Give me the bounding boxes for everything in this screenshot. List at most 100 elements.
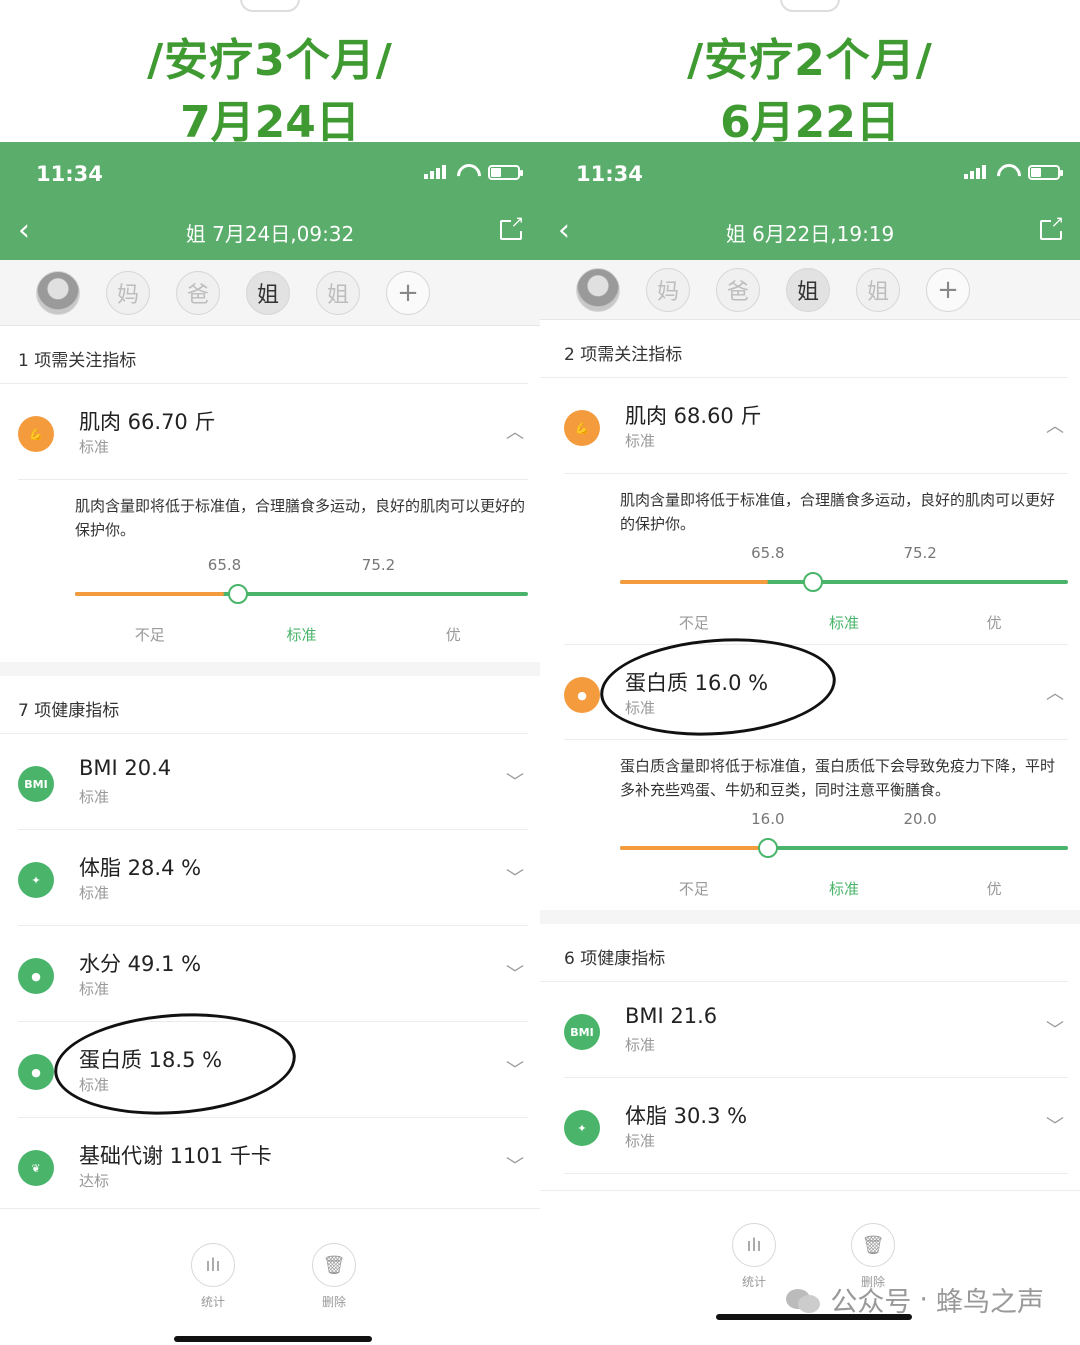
label-standard: 标准 bbox=[828, 880, 860, 898]
value-knob bbox=[802, 572, 823, 592]
chevron-up-icon[interactable]: ︿ bbox=[1046, 679, 1064, 705]
chevron-down-icon[interactable]: ﹀ bbox=[506, 1152, 524, 1178]
metric-bmi[interactable]: BMI BMI 20.4 标准 ﹀ bbox=[18, 734, 528, 830]
metric-status: 标准 bbox=[79, 788, 110, 806]
bmi-icon: BMI bbox=[18, 766, 54, 802]
share-icon[interactable] bbox=[500, 212, 524, 240]
metric-name: 体脂 30.3 % bbox=[625, 1104, 748, 1128]
member-mom[interactable]: 妈 bbox=[106, 270, 150, 315]
metric-body-fat[interactable]: ✦ 体脂 28.4 % 标准 ﹀ bbox=[18, 830, 528, 926]
metric-protein[interactable]: ● 蛋白质 18.5 % 标准 ﹀ bbox=[18, 1005, 528, 1123]
metric-description: 肌肉含量即将低于标准值，合理膳食多运动，良好的肌肉可以更好的保护你。 bbox=[620, 491, 1056, 533]
health-section: 6 项健康指标 BMI BMI 21.6 标准 ﹀ ✦ 体脂 30.3 % 标准… bbox=[540, 924, 1080, 1174]
status-icons bbox=[964, 164, 1063, 180]
metric-status: 标准 bbox=[79, 438, 110, 456]
body-fat-icon: ✦ bbox=[18, 862, 54, 898]
metric-description: 肌肉含量即将低于标准值，合理膳食多运动，良好的肌肉可以更好的保护你。 bbox=[75, 497, 526, 539]
metric-muscle[interactable]: 💪 肌肉 68.60 斤 标准 ︿ bbox=[564, 378, 1068, 474]
delete-label: 删除 bbox=[321, 1295, 346, 1309]
caption: /安疗3个月/ 7月24日 bbox=[0, 0, 540, 154]
metric-muscle[interactable]: 💪 肌肉 66.70 斤 标准 ︿ bbox=[18, 384, 528, 480]
right-screenshot: /安疗2个月/ 6月22日 11:34 ‹ 姐 6月22日,19:19 妈 爸 … bbox=[540, 0, 1080, 1345]
tick-low: 16.0 bbox=[751, 810, 785, 828]
chevron-down-icon[interactable]: ﹀ bbox=[506, 768, 524, 794]
section-header: 1 项需关注指标 bbox=[0, 326, 528, 384]
member-sister[interactable]: 姐 bbox=[316, 270, 360, 315]
metric-bmr[interactable]: ❦ 基础代谢 1101 千卡 达标 ﹀ bbox=[18, 1118, 528, 1214]
metric-body-fat[interactable]: ✦ 体脂 30.3 % 标准 ﹀ bbox=[564, 1078, 1068, 1174]
metric-status: 标准 bbox=[79, 980, 110, 998]
protein-icon: ● bbox=[564, 677, 600, 713]
metric-protein[interactable]: ● 蛋白质 16.0 % 标准 ︿ bbox=[564, 630, 1068, 744]
metric-status: 标准 bbox=[625, 1132, 656, 1150]
section-header: 6 项健康指标 bbox=[540, 924, 1068, 982]
delete-button[interactable]: 🗑 删除 bbox=[311, 1243, 357, 1310]
metric-detail: 蛋白质含量即将低于标准值，蛋白质低下会导致免疫力下降，平时多补充些鸡蛋、牛奶和豆… bbox=[540, 740, 1080, 910]
member-mom[interactable]: 妈 bbox=[646, 267, 690, 312]
tick-high: 20.0 bbox=[903, 810, 937, 828]
watermark: 公众号 · 蜂鸟之声 bbox=[786, 1280, 1044, 1319]
member-sister-active[interactable]: 姐 bbox=[786, 267, 830, 312]
metric-status: 标准 bbox=[625, 699, 656, 717]
member-sister-active[interactable]: 姐 bbox=[246, 270, 290, 315]
stats-label: 统计 bbox=[200, 1295, 225, 1309]
range-bar: 16.0 20.0 不足 标准 优 bbox=[620, 802, 1068, 910]
label-excellent: 优 bbox=[445, 626, 461, 644]
avatar-photo[interactable] bbox=[36, 270, 80, 315]
attention-section: 2 项需关注指标 💪 肌肉 68.60 斤 标准 ︿ 肌肉含量即将低于标准值，合… bbox=[540, 320, 1080, 910]
protein-icon: ● bbox=[18, 1054, 54, 1090]
chevron-down-icon[interactable]: ﹀ bbox=[506, 960, 524, 986]
stats-button[interactable]: ılı 统计 bbox=[731, 1223, 777, 1290]
chevron-down-icon[interactable]: ﹀ bbox=[1046, 1016, 1064, 1042]
chevron-down-icon[interactable]: ﹀ bbox=[506, 1056, 524, 1082]
metric-name: 体脂 28.4 % bbox=[79, 856, 202, 880]
chevron-up-icon[interactable]: ︿ bbox=[506, 418, 524, 444]
label-low: 不足 bbox=[678, 614, 709, 632]
share-icon[interactable] bbox=[1040, 212, 1064, 240]
metric-status: 标准 bbox=[625, 432, 656, 450]
chevron-down-icon[interactable]: ﹀ bbox=[506, 864, 524, 890]
chevron-up-icon[interactable]: ︿ bbox=[1046, 412, 1064, 438]
metric-water[interactable]: ● 水分 49.1 % 标准 ﹀ bbox=[18, 926, 528, 1022]
left-screenshot: /安疗3个月/ 7月24日 11:34 ‹ 姐 7月24日,09:32 妈 爸 … bbox=[0, 0, 540, 1345]
add-member-button[interactable]: + bbox=[926, 267, 970, 312]
label-excellent: 优 bbox=[986, 614, 1002, 632]
range-bar: 65.8 75.2 不足 标准 优 bbox=[75, 542, 528, 662]
body-fat-icon: ✦ bbox=[564, 1110, 600, 1146]
muscle-icon: 💪 bbox=[18, 416, 54, 452]
range-track bbox=[75, 592, 528, 596]
muscle-icon: 💪 bbox=[564, 410, 600, 446]
avatar-photo[interactable] bbox=[576, 267, 620, 312]
value-knob bbox=[228, 584, 249, 604]
tick-low: 65.8 bbox=[751, 544, 785, 562]
caption: /安疗2个月/ 6月22日 bbox=[540, 0, 1080, 154]
section-header: 2 项需关注指标 bbox=[540, 320, 1068, 378]
member-sister[interactable]: 姐 bbox=[856, 267, 900, 312]
member-dad[interactable]: 爸 bbox=[716, 267, 760, 312]
metric-name: 肌肉 68.60 斤 bbox=[625, 404, 762, 428]
metric-bmi[interactable]: BMI BMI 21.6 标准 ﹀ bbox=[564, 982, 1068, 1078]
water-drop-icon: ● bbox=[18, 958, 54, 994]
chevron-down-icon[interactable]: ﹀ bbox=[1046, 1112, 1064, 1138]
add-member-button[interactable]: + bbox=[386, 270, 430, 315]
page-title: 姐 7月24日,09:32 bbox=[185, 222, 355, 246]
page-title: 姐 6月22日,19:19 bbox=[725, 222, 895, 246]
status-time: 11:34 bbox=[576, 162, 643, 186]
caption-date: 6月22日 bbox=[540, 86, 1080, 154]
member-dad[interactable]: 爸 bbox=[176, 270, 220, 315]
wechat-icon bbox=[786, 1285, 822, 1315]
range-track bbox=[620, 846, 1068, 850]
metric-status: 标准 bbox=[625, 1036, 656, 1054]
stats-button[interactable]: ılı 统计 bbox=[190, 1243, 236, 1310]
watermark-separator: · bbox=[919, 1284, 928, 1315]
member-switcher: 妈 爸 姐 姐 + bbox=[0, 260, 540, 326]
metric-name: BMI 20.4 bbox=[79, 756, 172, 780]
wifi-icon bbox=[996, 164, 1018, 180]
metric-name: 蛋白质 18.5 % bbox=[79, 1048, 223, 1072]
tick-low: 65.8 bbox=[207, 556, 242, 574]
range-track bbox=[620, 580, 1068, 584]
label-standard: 标准 bbox=[828, 614, 860, 632]
leaf-icon: ❦ bbox=[18, 1150, 54, 1186]
section-header: 7 项健康指标 bbox=[0, 676, 528, 734]
app-header: 11:34 ‹ 姐 6月22日,19:19 bbox=[540, 142, 1080, 260]
